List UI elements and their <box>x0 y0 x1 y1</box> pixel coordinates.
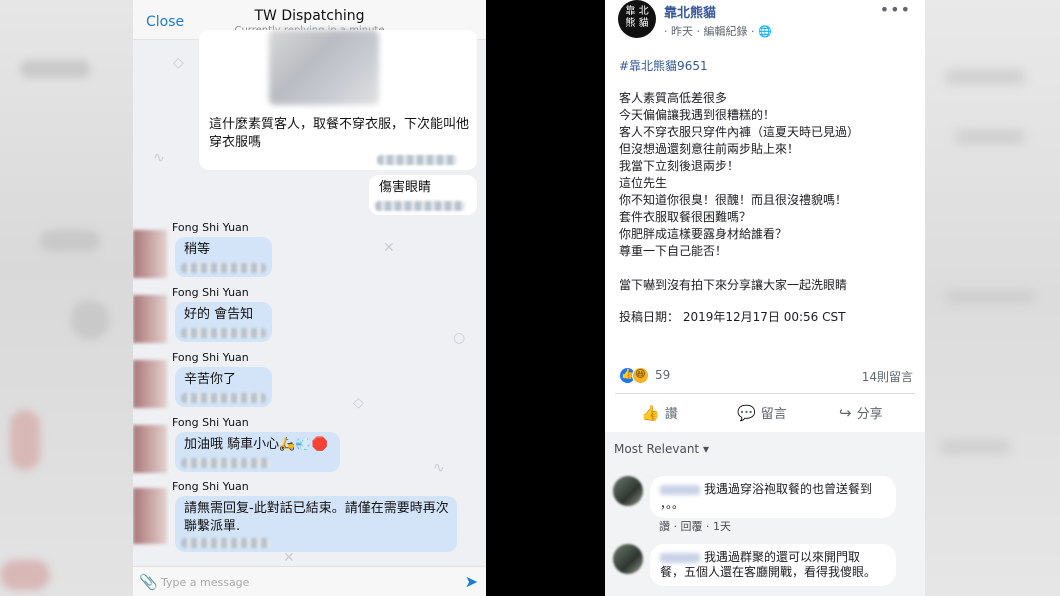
blurred-timestamp <box>181 393 266 403</box>
incoming-message-bubble: 辛苦你了 <box>175 367 272 407</box>
post-line: 尊重一下自己能否！ <box>619 244 728 258</box>
blurred-timestamp <box>181 328 266 338</box>
blurred-timestamp <box>377 155 457 165</box>
page-name[interactable]: 靠北熊貓 <box>664 2 716 21</box>
comment-text-cont: 餐，五個人還在客廳開戰，看得我傻眼。 <box>660 565 877 579</box>
post-body: 客人素質高低差很多 今天偏偏讓我遇到很糟糕的！ 客人不穿衣服只穿件內褲（這夏天時… <box>619 90 915 294</box>
post-line: 客人不穿衣服只穿件內褲（這夏天時已見過） <box>619 125 860 139</box>
avatar <box>133 360 167 408</box>
post-line: 套件衣服取餐很困難嗎？ <box>619 210 752 224</box>
post-meta-text[interactable]: · 昨天 · 編輯紀錄 · <box>664 25 758 38</box>
avatar <box>133 488 167 544</box>
sender-name: Fong Shi Yuan <box>172 480 249 493</box>
comment-text: 我遇過穿浴袍取餐的也曾送餐到 <box>704 482 873 496</box>
avatar <box>133 295 167 343</box>
blurred-commenter-name <box>660 484 700 495</box>
comment-text: 我遇過群聚的還可以來開門取 <box>704 550 861 564</box>
comment-sort-dropdown[interactable]: Most Relevant ▾ <box>614 442 709 456</box>
comment-reply-link[interactable]: 回覆 <box>681 520 703 533</box>
outgoing-message-bubble: 傷害眼睛 <box>369 175 477 215</box>
incoming-message-bubble: 請無需回复-此對話已結束。請僅在需要時再次聯繫派單. <box>175 496 457 552</box>
comment-actions: 讚 · 回覆 · 1天 <box>659 520 731 533</box>
globe-icon: 🌐 <box>757 25 772 38</box>
share-icon: ↪ <box>839 404 852 422</box>
more-options-icon[interactable]: ••• <box>880 0 911 19</box>
comment-bubble: 我遇過穿浴袍取餐的也曾送餐到 ，。。 <box>650 476 896 518</box>
blurred-timestamp <box>375 201 465 211</box>
post-date: 投稿日期： 2019年12月17日 00:56 CST <box>619 310 846 324</box>
sender-name: Fong Shi Yuan <box>172 351 249 364</box>
post-meta: · 昨天 · 編輯紀錄 · 🌐 <box>664 23 772 39</box>
avatar <box>133 230 167 278</box>
sender-name: Fong Shi Yuan <box>172 416 249 429</box>
reaction-count: 59 <box>655 368 671 382</box>
incoming-message-bubble: 稍等 <box>175 237 272 277</box>
blurred-timestamp <box>181 458 271 468</box>
blurred-background-left <box>0 0 133 596</box>
message-text: 傷害眼睛 <box>379 180 432 195</box>
share-label: 分享 <box>856 407 883 422</box>
blurred-commenter-name <box>660 552 700 563</box>
chat-title: TW Dispatching <box>254 8 365 24</box>
pattern-glyph: ◇ <box>353 395 364 411</box>
post-line: 客人素質高低差很多 <box>619 91 728 105</box>
thumbs-up-icon: 👍 <box>641 404 660 422</box>
like-label: 讚 <box>664 407 678 422</box>
message-text: 加油哦 騎車小心🛵💨🛑 <box>184 437 328 452</box>
facebook-post: 靠 北熊 貓 靠北熊貓 · 昨天 · 編輯紀錄 · 🌐 ••• #靠北熊貓965… <box>605 0 925 596</box>
pattern-glyph: ∿ <box>433 460 445 476</box>
post-line: 但沒想過還刻意往前兩步貼上來！ <box>619 142 800 156</box>
pattern-glyph: ∿ <box>153 150 165 166</box>
post-line: 當下嚇到沒有拍下來分享讓大家一起洗眼睛 <box>619 278 848 292</box>
comments-section: Most Relevant ▾ 我遇過穿浴袍取餐的也曾送餐到 ，。。 讚 · 回… <box>605 432 925 596</box>
incoming-message-bubble: 好的 會告知 <box>175 302 272 342</box>
commenter-avatar[interactable] <box>613 476 643 506</box>
hashtag-link[interactable]: #靠北熊貓9651 <box>619 57 708 74</box>
blurred-background-right <box>925 0 1060 596</box>
post-line: 你肥胖成這樣要露身材給誰看？ <box>619 227 788 241</box>
comment-button[interactable]: 💬 留言 <box>737 403 787 422</box>
blurred-timestamp <box>181 263 266 273</box>
divider <box>615 393 915 394</box>
message-text: 這什麼素質客人，取餐不穿衣服，下次能叫他穿衣服嗎 <box>209 117 470 150</box>
comment-count[interactable]: 14則留言 <box>862 368 913 385</box>
haha-reaction-icon: 😆 <box>632 367 649 384</box>
page-avatar[interactable]: 靠 北熊 貓 <box>618 0 656 38</box>
pattern-glyph: ◇ <box>173 55 184 71</box>
message-text: 稍等 <box>184 242 211 257</box>
comment-text-cont: ，。。 <box>660 497 685 511</box>
like-button[interactable]: 👍 讚 <box>641 403 678 422</box>
sender-name: Fong Shi Yuan <box>172 221 249 234</box>
dispatch-chat-screenshot: ◇ ○ ∿ ✕ ○ ◇ ∿ ✕ Close TW Dispatching Cur… <box>133 0 486 596</box>
message-text: 請無需回复-此對話已結束。請僅在需要時再次聯繫派單. <box>184 501 449 534</box>
blurred-timestamp <box>181 538 271 548</box>
post-line: 我當下立刻後退兩步！ <box>619 159 740 173</box>
share-button[interactable]: ↪ 分享 <box>839 403 883 422</box>
post-line: 你不知道你很臭！很醜！而且很沒禮貌嗎！ <box>619 193 848 207</box>
incoming-message-bubble: 加油哦 騎車小心🛵💨🛑 <box>175 432 340 472</box>
pattern-glyph: ○ <box>453 330 466 346</box>
page-avatar-logo: 靠 北熊 貓 <box>625 6 649 29</box>
attachment-icon[interactable]: 📎 <box>139 573 158 591</box>
comment-time: 1天 <box>713 520 731 533</box>
message-text: 辛苦你了 <box>184 372 237 387</box>
comment-like-link[interactable]: 讚 <box>659 520 670 533</box>
message-text: 好的 會告知 <box>184 307 254 322</box>
avatar <box>133 425 167 473</box>
comment-bubble: 我遇過群聚的還可以來開門取 餐，五個人還在客廳開戰，看得我傻眼。 <box>650 544 896 586</box>
pattern-glyph: ✕ <box>383 240 395 256</box>
post-line <box>619 260 915 277</box>
outgoing-message-bubble: 這什麼素質客人，取餐不穿衣服，下次能叫他穿衣服嗎 <box>199 30 477 170</box>
send-icon[interactable]: ➤ <box>465 572 478 591</box>
post-line: 今天偏偏讓我遇到很糟糕的！ <box>619 108 776 122</box>
message-input[interactable]: Type a message <box>161 576 249 589</box>
comment-icon: 💬 <box>737 404 756 422</box>
commenter-avatar[interactable] <box>613 544 643 574</box>
sender-name: Fong Shi Yuan <box>172 286 249 299</box>
post-line: 這位先生 <box>619 176 668 190</box>
message-composer: 📎 Type a message ➤ <box>133 566 486 596</box>
pattern-glyph: ✕ <box>283 550 295 566</box>
comment-label: 留言 <box>760 407 787 422</box>
blurred-photo <box>269 30 379 105</box>
